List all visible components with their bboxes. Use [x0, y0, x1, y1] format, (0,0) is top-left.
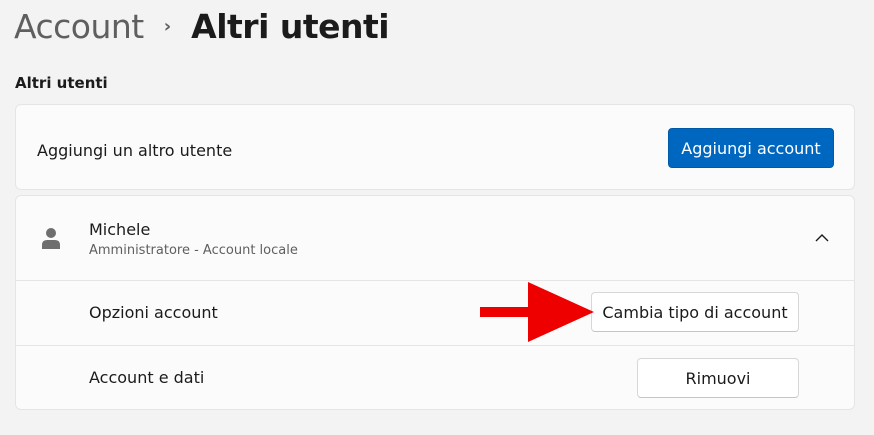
add-account-button[interactable]: Aggiungi account [668, 128, 834, 168]
account-data-label: Account e dati [89, 368, 205, 387]
section-title: Altri utenti [15, 74, 108, 92]
user-name: Michele [89, 220, 151, 239]
remove-button[interactable]: Rimuovi [637, 358, 799, 398]
user-expander-header[interactable]: Michele Amministratore - Account locale [16, 196, 854, 281]
account-options-label: Opzioni account [89, 303, 218, 322]
user-account-type: Amministratore - Account locale [89, 243, 298, 258]
chevron-up-icon[interactable] [814, 230, 830, 246]
red-arrow-icon [480, 282, 594, 342]
chevron-right-icon: › [163, 15, 172, 37]
add-user-label: Aggiungi un altro utente [37, 141, 233, 160]
person-icon [42, 228, 60, 249]
user-card: Michele Amministratore - Account locale … [15, 195, 855, 410]
change-account-type-button[interactable]: Cambia tipo di account [591, 292, 799, 332]
account-data-row: Account e dati Rimuovi [16, 346, 854, 410]
breadcrumb: Account › Altri utenti [14, 4, 390, 48]
account-options-row: Opzioni account Cambia tipo di account [16, 281, 854, 346]
add-user-card: Aggiungi un altro utente Aggiungi accoun… [15, 104, 855, 190]
page-title: Altri utenti [191, 6, 390, 46]
breadcrumb-parent-link[interactable]: Account [14, 7, 144, 46]
